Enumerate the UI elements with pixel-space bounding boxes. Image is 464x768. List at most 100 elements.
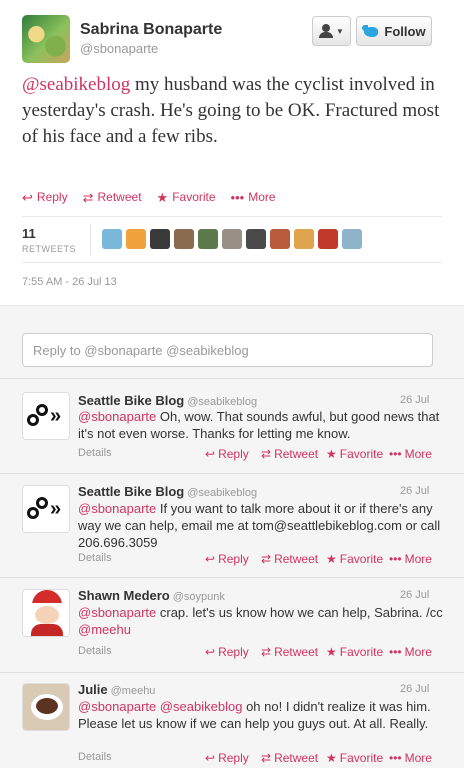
reply-action[interactable]: ↩ Reply	[205, 552, 249, 566]
retweeter-avatar[interactable]	[246, 229, 266, 249]
star-icon: ★	[326, 645, 337, 659]
retweet-icon: ⇄	[261, 751, 272, 765]
more-action[interactable]: ••• More	[231, 190, 276, 204]
retweeter-avatar[interactable]	[102, 229, 122, 249]
user-actions-dropdown[interactable]: ▼	[312, 16, 351, 46]
retweet-label: Retweet	[274, 552, 319, 566]
reply-action[interactable]: ↩ Reply	[205, 751, 249, 765]
divider	[90, 224, 91, 256]
retweeter-avatar[interactable]	[294, 229, 314, 249]
elf-avatar-body	[31, 624, 63, 636]
reply-label: Reply	[218, 751, 249, 765]
caret-down-icon: ▼	[336, 26, 344, 36]
reply-mention-link[interactable]: @sbonaparte	[78, 501, 156, 516]
divider	[22, 216, 442, 217]
replies-section: Reply to @sbonaparte @seabikeblog » Seat…	[0, 305, 464, 768]
reply-avatar[interactable]: »	[22, 392, 70, 440]
reply-author[interactable]: Seattle Bike Blog @seabikeblog	[78, 484, 257, 499]
author-name[interactable]: Sabrina Bonaparte	[80, 21, 222, 39]
reply-text: @sbonaparte crap. let's us know how we c…	[78, 604, 450, 638]
retweet-stats[interactable]: 11 RETWEETS	[22, 226, 76, 254]
follow-button[interactable]: Follow	[356, 16, 432, 46]
tweet-timestamp[interactable]: 7:55 AM - 26 Jul 13	[22, 276, 117, 288]
reply-mention-link[interactable]: @sbonaparte	[78, 605, 156, 620]
reply-icon: ↩	[205, 447, 216, 461]
more-action[interactable]: ••• More	[389, 552, 432, 566]
reply-mention-link[interactable]: @sbonaparte @seabikeblog	[78, 699, 242, 714]
retweeter-avatar[interactable]	[342, 229, 362, 249]
more-label: More	[404, 552, 432, 566]
reply-author-name: Seattle Bike Blog	[78, 484, 185, 499]
author-avatar[interactable]	[22, 15, 70, 63]
reply-action[interactable]: ↩ Reply	[205, 447, 249, 461]
more-action[interactable]: ••• More	[389, 751, 432, 765]
author-handle[interactable]: @sbonaparte	[80, 41, 158, 56]
retweeter-avatar[interactable]	[198, 229, 218, 249]
reply-avatar[interactable]: »	[22, 485, 70, 533]
favorite-action[interactable]: ★ Favorite	[326, 552, 383, 566]
bike-logo-icon: »	[27, 497, 67, 521]
retweet-count-label: RETWEETS	[22, 244, 77, 254]
reply-author-name: Seattle Bike Blog	[78, 393, 185, 408]
more-action[interactable]: ••• More	[389, 645, 432, 659]
more-dots-icon: •••	[389, 552, 402, 566]
reply-mention-link[interactable]: @sbonaparte	[78, 409, 156, 424]
reply-tweet[interactable]: Shawn Medero @soypunk 26 Jul @sbonaparte …	[0, 578, 464, 673]
reply-text: @sbonaparte If you want to talk more abo…	[78, 500, 450, 551]
retweet-action[interactable]: ⇄ Retweet	[261, 447, 318, 461]
reply-author-handle: @seabikeblog	[187, 396, 258, 408]
retweeter-avatar[interactable]	[126, 229, 146, 249]
reply-avatar[interactable]	[22, 683, 70, 731]
more-label: More	[404, 645, 432, 659]
retweeter-avatar[interactable]	[150, 229, 170, 249]
tweet-mention-link[interactable]: @seabikeblog	[22, 74, 130, 95]
details-link[interactable]: Details	[78, 645, 112, 657]
favorite-action[interactable]: ★ Favorite	[326, 645, 383, 659]
retweet-label: Retweet	[274, 447, 319, 461]
favorite-action[interactable]: ★ Favorite	[326, 751, 383, 765]
reply-tweet[interactable]: Julie @meehu 26 Jul @sbonaparte @seabikeb…	[0, 673, 464, 768]
retweet-label: Retweet	[274, 751, 319, 765]
retweet-action[interactable]: ⇄ Retweet	[261, 751, 318, 765]
favorite-label: Favorite	[339, 447, 384, 461]
retweeter-avatar[interactable]	[318, 229, 338, 249]
retweet-icon: ⇄	[261, 447, 272, 461]
favorite-action[interactable]: ★ Favorite	[157, 190, 216, 204]
reply-author[interactable]: Shawn Medero @soypunk	[78, 588, 225, 603]
details-link[interactable]: Details	[78, 447, 112, 459]
more-action[interactable]: ••• More	[389, 447, 432, 461]
details-link[interactable]: Details	[78, 552, 112, 564]
reply-label: Reply	[218, 447, 249, 461]
details-link[interactable]: Details	[78, 751, 112, 763]
reply-body: crap. let's us know how we can help, Sab…	[156, 605, 443, 620]
reply-author[interactable]: Julie @meehu	[78, 682, 155, 697]
retweet-action[interactable]: ⇄ Retweet	[261, 552, 318, 566]
favorite-action[interactable]: ★ Favorite	[326, 447, 383, 461]
reply-action[interactable]: ↩ Reply	[22, 190, 68, 204]
tweet-actions: ↩ Reply ⇄ Retweet ★ Favorite ••• More	[22, 190, 276, 204]
reply-action[interactable]: ↩ Reply	[205, 645, 249, 659]
reply-tweet[interactable]: » Seattle Bike Blog @seabikeblog 26 Jul @…	[0, 379, 464, 474]
favorite-label: Favorite	[172, 190, 216, 204]
more-dots-icon: •••	[230, 189, 245, 205]
retweeter-avatar[interactable]	[270, 229, 290, 249]
retweet-count: 11	[22, 226, 36, 241]
more-label: More	[248, 190, 276, 204]
reply-avatar[interactable]	[22, 589, 70, 637]
reply-date[interactable]: 26 Jul	[400, 683, 429, 695]
reply-tweet[interactable]: » Seattle Bike Blog @seabikeblog 26 Jul @…	[0, 474, 464, 578]
star-icon: ★	[156, 189, 169, 205]
retweet-action[interactable]: ⇄ Retweet	[83, 190, 142, 204]
reply-date[interactable]: 26 Jul	[400, 394, 429, 406]
retweet-action[interactable]: ⇄ Retweet	[261, 645, 318, 659]
reply-date[interactable]: 26 Jul	[400, 485, 429, 497]
retweeter-avatar[interactable]	[222, 229, 242, 249]
follow-label: Follow	[384, 23, 426, 39]
reply-date[interactable]: 26 Jul	[400, 589, 429, 601]
reply-label: Reply	[36, 190, 68, 204]
reply-author[interactable]: Seattle Bike Blog @seabikeblog	[78, 393, 257, 408]
reply-mention-link[interactable]: @meehu	[78, 622, 131, 637]
retweeter-avatar[interactable]	[174, 229, 194, 249]
reply-input[interactable]: Reply to @sbonaparte @seabikeblog	[22, 333, 433, 367]
tweet-text: @seabikeblog my husband was the cyclist …	[22, 72, 442, 150]
